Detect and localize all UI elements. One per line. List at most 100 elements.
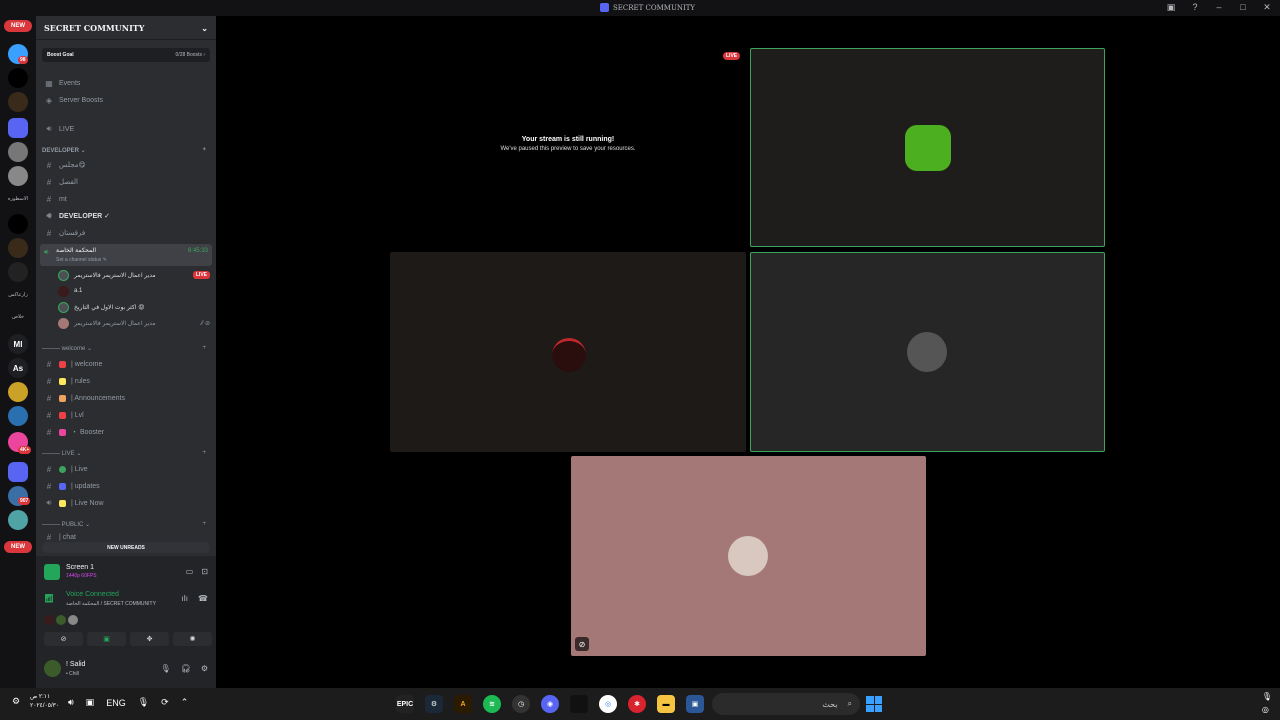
gear-icon[interactable]: ⚙	[201, 664, 208, 673]
category-welcome[interactable]: ——— welcome ⌄ +	[42, 345, 210, 352]
new-unreads-button[interactable]: NEW UNREADS	[42, 542, 210, 553]
voice-user[interactable]: مدير اعمال الاستريمر فالاستريمر ⁄⁄ ⊘	[58, 316, 210, 330]
active-voice-channel[interactable]: 🔊︎ المحكمة الخاصة Set a channel status ✎…	[40, 244, 212, 266]
monitor-icon[interactable]: ▭	[186, 567, 194, 576]
app-icon[interactable]: A	[454, 695, 472, 713]
channel-updates[interactable]: # | updates	[42, 479, 210, 493]
category-live[interactable]: ——— LIVE ⌄ +	[42, 450, 210, 457]
maximize-button[interactable]: □	[1238, 2, 1248, 13]
server-icon-ml[interactable]: Ml	[8, 334, 28, 354]
channel-chat[interactable]: # | chat	[42, 533, 210, 541]
voice-user[interactable]: مدير اعمال الاستريمر فالاستريمر LIVE	[58, 268, 210, 282]
server-header[interactable]: SECRET COMMUNITY ⌄	[36, 16, 216, 40]
notification-icon[interactable]: ◎	[1262, 705, 1272, 714]
cross-emoji-icon	[59, 360, 66, 368]
channel-welcome[interactable]: # | welcome	[42, 357, 210, 371]
sync-icon[interactable]: ⟳	[161, 697, 169, 708]
add-channel-icon[interactable]: +	[202, 521, 206, 528]
app-icon[interactable]: ✱	[628, 695, 646, 713]
channel-lvl[interactable]: # | Lvl	[42, 408, 210, 422]
epic-games-icon[interactable]: EPIC	[396, 695, 414, 713]
start-button[interactable]	[866, 696, 882, 712]
speaker-icon: 🔊︎	[44, 249, 49, 256]
channel-item[interactable]: # الفصل	[42, 175, 210, 189]
microphone-icon[interactable]: 🎙︎	[138, 697, 149, 708]
taskbar-search[interactable]: بحث ⌕	[712, 693, 860, 715]
server-folder-icon[interactable]	[8, 118, 28, 138]
minimize-button[interactable]: –	[1214, 2, 1224, 13]
server-icon[interactable]	[8, 142, 28, 162]
folder-icon[interactable]: ▬	[657, 695, 675, 713]
server-icon[interactable]	[8, 262, 28, 282]
add-channel-icon[interactable]: +	[202, 345, 206, 352]
channel-live[interactable]: 🔊︎ LIVE	[42, 122, 210, 136]
language-indicator[interactable]: ENG	[106, 698, 126, 708]
noise-suppression-icon[interactable]: ıIı	[181, 594, 188, 603]
participant-tile[interactable]	[750, 48, 1105, 247]
category-developer[interactable]: DEVELOPER ⌄ +	[42, 147, 210, 154]
app-icon[interactable]	[570, 695, 588, 713]
inbox-icon[interactable]: ▣	[1166, 2, 1176, 13]
add-channel-icon[interactable]: +	[202, 147, 206, 154]
close-button[interactable]: ✕	[1262, 2, 1272, 13]
volume-icon[interactable]: 🔊︎	[68, 697, 74, 708]
participant-tile[interactable]: ⊘	[571, 456, 926, 656]
microphone-icon[interactable]: 🎙︎	[1262, 692, 1272, 701]
username[interactable]: ! Salid	[66, 661, 85, 668]
live-badge: LIVE	[723, 52, 741, 60]
disconnect-icon[interactable]: ☎	[198, 594, 208, 603]
channel-announcements[interactable]: # | Announcements	[42, 391, 210, 405]
clock[interactable]: ٢:١١ ص ٢٠٢٤/٠٥/٣٠	[30, 693, 59, 711]
server-icon[interactable]	[8, 238, 28, 258]
voice-path[interactable]: المحكمة الخاصة / SECRET COMMUNITY	[66, 601, 156, 607]
stop-stream-icon[interactable]: ⊡	[201, 567, 208, 576]
screen-share-button[interactable]: ▣	[87, 632, 126, 646]
server-icon[interactable]	[8, 214, 28, 234]
headphones-icon[interactable]: 🎧︎	[181, 664, 191, 673]
sidebar-item-server-boosts[interactable]: ◈ Server Boosts	[42, 93, 210, 107]
channel-rules[interactable]: # | rules	[42, 374, 210, 388]
app-icon[interactable]: ▣	[686, 695, 704, 713]
activities-button[interactable]: ✥	[130, 632, 169, 646]
category-public[interactable]: ——— PUBLIC ⌄ +	[42, 521, 210, 528]
voice-user[interactable]: اكثر بوت الاول في التاريخ 😡	[58, 300, 210, 314]
network-icon[interactable]: ▣	[86, 697, 95, 708]
app-icon[interactable]: ◷	[512, 695, 530, 713]
add-channel-icon[interactable]: +	[202, 450, 206, 457]
channel-item[interactable]: # فرقستان	[42, 226, 210, 240]
server-icon[interactable]	[8, 166, 28, 186]
settings-icon[interactable]: ⚙	[12, 696, 20, 707]
channel-live-text[interactable]: # | Live	[42, 462, 210, 476]
channel-item[interactable]: # مجلس😋	[42, 158, 210, 172]
channel-item[interactable]: # mt	[42, 192, 210, 206]
channel-booster[interactable]: # ・ Booster	[42, 425, 210, 439]
server-icon[interactable]	[8, 68, 28, 88]
voice-channel-status[interactable]: Set a channel status ✎	[56, 257, 107, 263]
server-icon[interactable]	[8, 406, 28, 426]
participant-tile[interactable]	[750, 252, 1105, 452]
chrome-icon[interactable]: ◎	[599, 695, 617, 713]
avatar[interactable]	[44, 660, 61, 677]
stream-paused-notice[interactable]: Your stream is still running! We've paus…	[494, 136, 642, 152]
server-icon[interactable]	[8, 92, 28, 112]
steam-icon[interactable]: ⚙	[425, 695, 443, 713]
hash-icon: #	[46, 177, 52, 187]
server-folder-icon[interactable]	[8, 462, 28, 482]
server-icon-as[interactable]: As	[8, 358, 28, 378]
camera-off-button[interactable]: ⊘	[44, 632, 83, 646]
sidebar-item-events[interactable]: ▦ Events	[42, 76, 210, 90]
discord-icon[interactable]: ◉	[541, 695, 559, 713]
boost-goal-bar[interactable]: Boost Goal 0/28 Boosts ›	[42, 48, 210, 62]
channel-item[interactable]: 🔊︎ DEVELOPER ✓	[42, 209, 210, 223]
server-icon[interactable]	[8, 382, 28, 402]
soundboard-button[interactable]: ✺	[173, 632, 212, 646]
signal-icon[interactable]: 📶︎	[44, 594, 54, 603]
participant-tile[interactable]	[390, 252, 746, 452]
channel-live-now[interactable]: 🔊︎ | Live Now	[42, 496, 210, 510]
voice-user[interactable]: a.1	[58, 284, 210, 298]
microphone-icon[interactable]: 🎙︎	[161, 664, 171, 673]
chevron-up-icon[interactable]: ⌃	[181, 697, 189, 708]
help-icon[interactable]: ?	[1190, 2, 1200, 13]
spotify-icon[interactable]: ≋	[483, 695, 501, 713]
server-icon[interactable]	[8, 510, 28, 530]
